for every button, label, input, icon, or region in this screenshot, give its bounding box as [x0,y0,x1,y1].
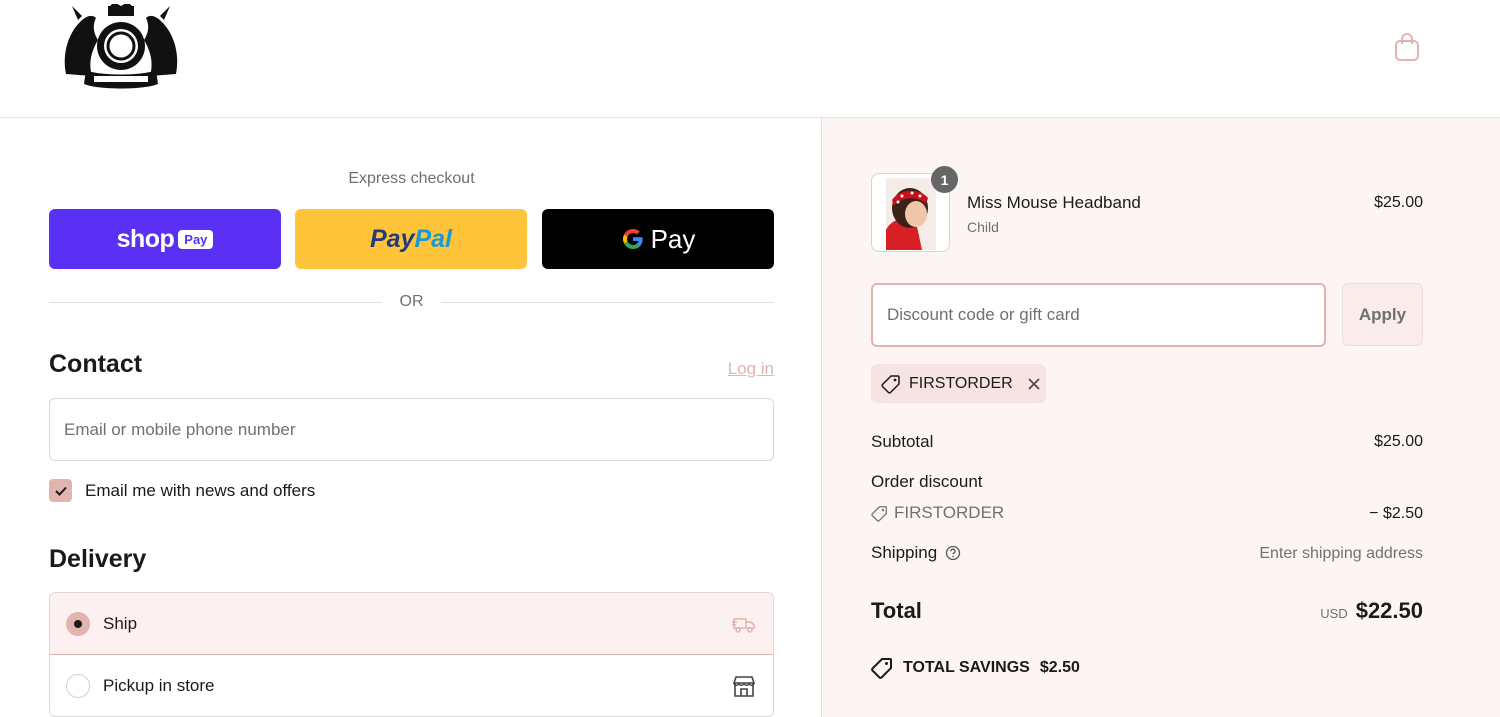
applied-discount-chip: FIRSTORDER [871,364,1046,403]
savings-label: TOTAL SAVINGS [903,659,1030,676]
google-pay-wordmark: Pay [621,224,695,255]
delivery-options: Ship Pickup in store [49,592,774,717]
quantity-badge: 1 [931,166,958,193]
shipping-value: Enter shipping address [1259,545,1423,562]
discount-amount: − $2.50 [1369,505,1423,522]
ship-radio[interactable] [66,612,90,636]
newsletter-checkbox[interactable] [49,479,72,502]
shopping-bag-icon[interactable] [1393,32,1421,62]
applied-code-label: FIRSTORDER [909,374,1013,392]
order-summary: 1 Miss Mouse Headband Child $25.00 Apply… [821,118,1500,717]
savings-amount: $2.50 [1039,659,1080,676]
tag-icon [871,505,887,522]
truck-icon [732,618,755,633]
shop-pay-wordmark: shop [116,224,175,253]
product-variant: Child [967,219,999,235]
delivery-option-label: Ship [103,614,138,633]
header [0,0,1500,118]
brand-logo[interactable] [58,4,184,90]
paypal-wordmark: PayPal [369,224,452,253]
login-link[interactable]: Log in [700,359,774,379]
shipping-row: Shipping [871,543,961,563]
contact-title: Contact [49,350,143,378]
product-price: $25.00 [1374,194,1423,211]
discount-code-label: FIRSTORDER [894,503,1005,522]
discount-code-input[interactable] [871,283,1326,347]
total-savings: TOTAL SAVINGS $2.50 [871,657,1080,679]
google-pay-button[interactable]: Pay [542,209,774,269]
currency-code: USD [1320,606,1348,621]
or-divider: OR [49,292,774,312]
tag-icon [881,374,900,394]
delivery-option-label: Pickup in store [103,676,215,695]
subtotal-value: $25.00 [1374,433,1423,450]
shipping-label: Shipping [871,543,938,562]
newsletter-label: Email me with news and offers [85,481,316,500]
express-checkout-title: Express checkout [348,170,475,187]
total-amount: $22.50 [1355,598,1423,623]
or-label: OR [399,293,424,310]
product-name: Miss Mouse Headband [967,193,1141,212]
shop-pay-button[interactable]: shop Pay [49,209,281,269]
google-g-icon [622,229,643,249]
shop-pay-chip: Pay [178,229,214,249]
store-icon [732,676,756,697]
total-label: Total [871,598,922,623]
remove-discount-button[interactable] [1027,377,1041,391]
help-icon[interactable] [945,545,961,561]
delivery-option-ship[interactable]: Ship [50,593,773,655]
discount-code-row: FIRSTORDER [871,503,1004,523]
close-icon [1028,377,1040,390]
paypal-button[interactable]: PayPal [295,209,527,269]
checkout-form: Express checkout shop Pay PayPal Pay OR … [0,118,821,717]
pickup-radio[interactable] [66,674,90,698]
checkmark-icon [54,486,67,496]
subtotal-label: Subtotal [871,432,934,451]
email-field[interactable] [49,398,774,461]
delivery-title: Delivery [49,545,147,573]
savings-tag-icon [871,658,892,679]
apply-discount-button[interactable]: Apply [1342,283,1423,346]
total-value: USD $22.50 [1223,598,1423,624]
order-discount-label: Order discount [871,472,983,491]
delivery-option-pickup[interactable]: Pickup in store [50,655,773,716]
